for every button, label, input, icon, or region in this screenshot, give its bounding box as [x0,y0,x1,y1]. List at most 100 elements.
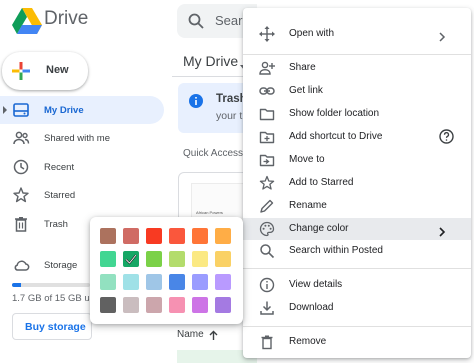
menu-item-view-details[interactable]: View details [243,274,471,296]
checkmark-icon [125,254,137,265]
menu-item-search-within[interactable]: Search within Posted [243,240,471,262]
menu-separator [243,326,471,327]
app-name: Drive [44,8,89,29]
menu-item-label: Get link [289,85,323,96]
menu-item-remove[interactable]: Remove [243,331,471,353]
menu-item-rename[interactable]: Rename [243,195,471,217]
menu-item-change-color[interactable]: Change color [243,218,471,240]
storage-usage-text: 1.7 GB of 15 GB used [12,293,90,304]
color-swatch[interactable] [123,228,139,244]
buy-storage-button[interactable]: Buy storage [12,313,92,340]
new-button-label: New [46,64,69,76]
quick-access-label: Quick Access [183,148,244,159]
cloud-icon [12,256,30,274]
sort-arrow-up-icon[interactable] [208,328,219,340]
search-icon[interactable] [187,12,205,30]
sidebar-item-shared-with-me[interactable]: Shared with me [0,124,164,152]
menu-item-label: Move to [289,154,325,165]
color-swatch[interactable] [169,228,185,244]
drive-logo [12,8,42,34]
menu-item-move-to[interactable]: Move to [243,149,471,171]
menu-item-label: Add shortcut to Drive [289,131,383,142]
plus-icon [12,62,30,80]
divider [172,76,252,77]
menu-separator [243,54,471,55]
color-swatch[interactable] [146,274,162,290]
context-menu: Open with Share Get link Show folder loc… [243,8,471,358]
palette-icon [259,221,275,237]
color-swatch[interactable] [123,297,139,313]
color-swatch-selected[interactable] [123,251,139,267]
new-button[interactable]: New [2,52,88,90]
color-swatch[interactable] [100,297,116,313]
color-swatch[interactable] [169,274,185,290]
color-swatch[interactable] [215,274,231,290]
color-swatch[interactable] [100,228,116,244]
sidebar-item-my-drive[interactable]: My Drive [0,96,164,124]
color-swatch[interactable] [192,228,208,244]
menu-item-get-link[interactable]: Get link [243,80,471,102]
buy-storage-label: Buy storage [25,321,86,333]
sidebar-item-label: Shared with me [44,133,111,144]
help-icon[interactable] [439,129,454,144]
color-swatch[interactable] [100,274,116,290]
download-icon [259,300,275,316]
color-swatch[interactable] [215,251,231,267]
my-drive-icon [12,101,30,119]
info-icon [188,93,204,109]
star-icon [12,186,30,204]
name-column-header[interactable]: Name [177,329,204,340]
menu-item-label: View details [289,279,343,290]
menu-item-add-shortcut[interactable]: Add shortcut to Drive [243,126,471,148]
move-to-icon [259,152,275,168]
menu-item-label: Remove [289,336,327,347]
file-thumbnail-title: African Powers [196,210,223,215]
color-swatch[interactable] [146,251,162,267]
shared-icon [12,129,30,147]
link-icon [259,83,275,99]
menu-item-label: Search within Posted [289,245,383,256]
move-arrows-icon [259,26,275,42]
banner-text: your t [216,110,243,122]
menu-item-label: Change color [289,223,349,234]
color-swatch[interactable] [192,251,208,267]
color-swatch[interactable] [146,228,162,244]
color-swatch[interactable] [192,297,208,313]
folder-icon [259,106,275,122]
expand-caret-icon[interactable] [3,106,7,114]
sidebar-item-recent[interactable]: Recent [0,153,164,181]
color-swatch[interactable] [123,274,139,290]
menu-item-show-folder-location[interactable]: Show folder location [243,103,471,125]
sidebar-item-label: Recent [44,162,75,173]
menu-item-open-with[interactable]: Open with [243,23,471,45]
sidebar-item-label: Trash [44,219,68,230]
color-swatch[interactable] [100,251,116,267]
sidebar-item-label: Starred [44,190,76,201]
sidebar-item-starred[interactable]: Starred [0,181,164,209]
menu-item-add-to-starred[interactable]: Add to Starred [243,172,471,194]
search-icon [259,243,275,259]
color-swatch[interactable] [192,274,208,290]
menu-item-share[interactable]: Share [243,57,471,79]
page-title[interactable]: My Drive [183,53,238,69]
menu-item-label: Share [289,62,316,73]
trash-icon [259,334,275,350]
sidebar-item-label: Storage [44,260,78,271]
info-icon [259,277,275,293]
color-swatch[interactable] [169,297,185,313]
menu-separator [243,268,471,269]
menu-item-label: Rename [289,200,327,211]
menu-item-download[interactable]: Download [243,297,471,319]
color-swatch[interactable] [169,251,185,267]
menu-item-label: Show folder location [289,108,380,119]
storage-progress-fill [12,283,21,287]
menu-item-label: Open with [289,28,335,39]
color-swatch[interactable] [146,297,162,313]
color-swatch[interactable] [215,297,231,313]
chevron-right-icon [438,224,446,237]
sidebar-item-label: My Drive [44,105,84,116]
color-swatch[interactable] [215,228,231,244]
trash-icon [12,215,30,233]
pencil-icon [259,198,275,214]
add-shortcut-icon [259,129,275,145]
